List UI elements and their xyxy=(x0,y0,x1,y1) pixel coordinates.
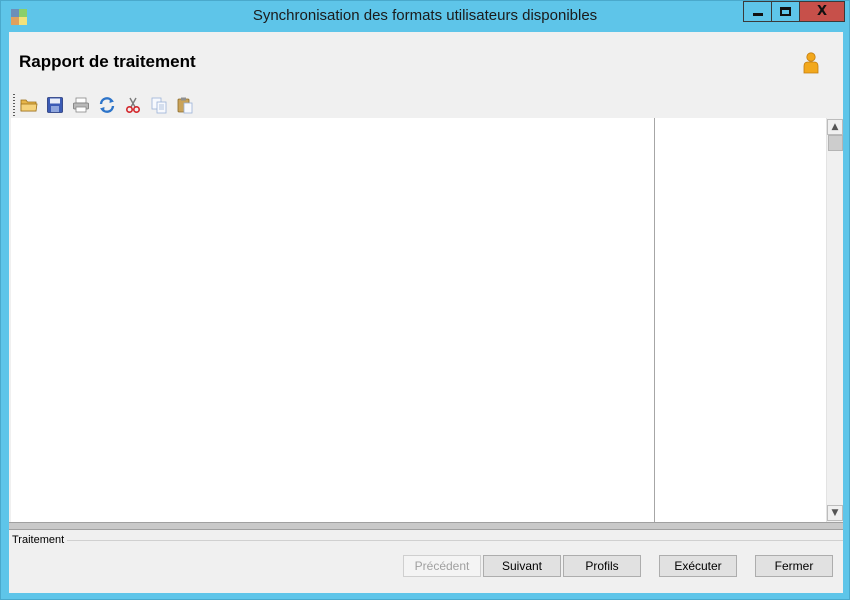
paste-button[interactable] xyxy=(175,95,195,115)
save-icon xyxy=(47,97,63,113)
refresh-icon xyxy=(99,97,115,113)
open-button[interactable] xyxy=(19,95,39,115)
execute-button[interactable]: Exécuter xyxy=(659,555,737,577)
maximize-icon xyxy=(780,7,791,16)
group-divider xyxy=(67,540,843,541)
client-area: Rapport de traitement ▲ ▼ Traitement Pré… xyxy=(9,32,843,593)
app-window: Synchronisation des formats utilisateurs… xyxy=(0,0,850,600)
print-button[interactable] xyxy=(71,95,91,115)
group-label: Traitement xyxy=(12,534,65,546)
maximize-button[interactable] xyxy=(771,1,799,22)
scroll-down-button[interactable]: ▼ xyxy=(827,505,843,521)
scroll-up-button[interactable]: ▲ xyxy=(827,119,843,135)
minimize-button[interactable] xyxy=(743,1,771,22)
scroll-thumb[interactable] xyxy=(828,135,843,151)
profiles-button[interactable]: Profils xyxy=(563,555,641,577)
close-icon: X xyxy=(816,4,828,19)
page-title: Rapport de traitement xyxy=(19,52,196,71)
close-window-button[interactable]: X xyxy=(799,1,845,22)
open-folder-icon xyxy=(20,99,38,112)
print-icon xyxy=(73,97,89,113)
close-button[interactable]: Fermer xyxy=(755,555,833,577)
user-icon[interactable] xyxy=(802,52,820,74)
copy-icon xyxy=(151,97,167,114)
report-side-panel xyxy=(656,118,826,522)
paste-icon xyxy=(177,97,193,114)
next-button[interactable]: Suivant xyxy=(483,555,561,577)
window-title: Synchronisation des formats utilisateurs… xyxy=(252,7,598,24)
title-bar[interactable]: Synchronisation des formats utilisateurs… xyxy=(1,1,849,31)
previous-button[interactable]: Précédent xyxy=(403,555,481,577)
horizontal-splitter[interactable] xyxy=(9,522,843,530)
refresh-button[interactable] xyxy=(97,95,117,115)
report-text-area[interactable] xyxy=(11,118,655,522)
save-button[interactable] xyxy=(45,95,65,115)
toolbar-grip[interactable] xyxy=(13,94,15,116)
toolbar xyxy=(11,92,311,118)
cut-button[interactable] xyxy=(123,95,143,115)
minimize-icon xyxy=(753,13,763,16)
copy-button[interactable] xyxy=(149,95,169,115)
report-panel: ▲ ▼ xyxy=(11,118,843,522)
cut-icon xyxy=(125,97,141,114)
vertical-scrollbar[interactable]: ▲ ▼ xyxy=(826,118,843,522)
